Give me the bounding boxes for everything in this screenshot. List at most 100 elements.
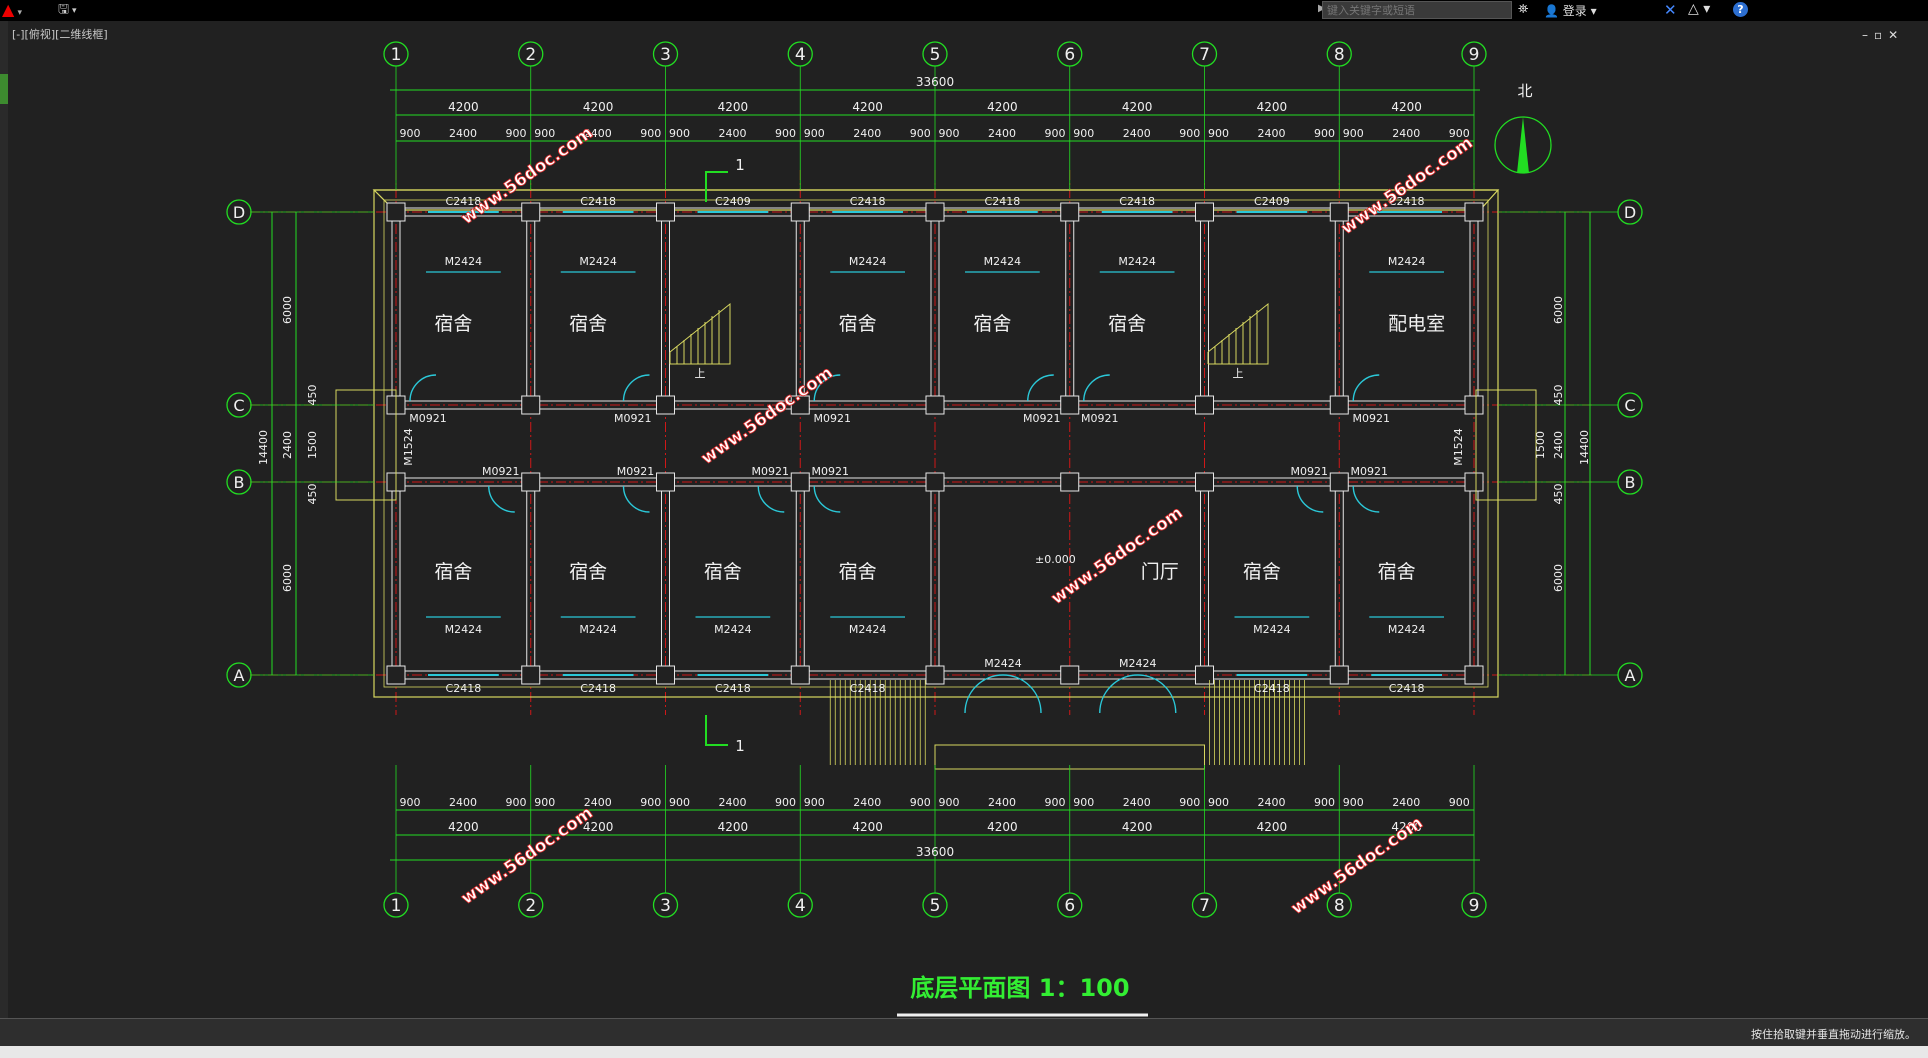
window-label: C2418 [1389, 682, 1425, 695]
section-mark-label: 1 [735, 156, 745, 174]
dimension-text: 2400 [1392, 796, 1420, 809]
status-hint: 按住拾取键并垂直拖动进行缩放。 [1751, 1028, 1916, 1041]
door-swing [622, 374, 650, 402]
axis-bubble-label: 8 [1334, 896, 1345, 916]
door-label: M2424 [984, 255, 1022, 268]
dimension-text: 450 [1552, 385, 1565, 406]
floor-plan-drawing[interactable]: 1 1 2 2 3 3 4 4 5 5 6 6 7 7 8 8 9 9 D D C C B B A A 33600 33600 4200… [0, 0, 1928, 1018]
dimension-text: 900 [1045, 127, 1066, 140]
axis-bubble-label: 9 [1469, 45, 1480, 65]
column [656, 472, 675, 492]
column [1060, 472, 1080, 492]
status-bar: 按住拾取键并垂直拖动进行缩放。 [0, 1018, 1928, 1047]
dimension-text: 2400 [449, 127, 477, 140]
window-label: C2418 [850, 195, 886, 208]
door-swing [409, 374, 437, 402]
axis-bubble-label: C [1624, 396, 1635, 415]
stair-label: 上 [695, 367, 706, 380]
column [1195, 395, 1214, 415]
axis-bubble-label: C [233, 396, 244, 415]
dimension-text: 2400 [1392, 127, 1420, 140]
axis-bubble-label: 2 [525, 896, 536, 916]
dimension-text: 900 [534, 796, 555, 809]
dimension-text: 450 [306, 484, 319, 505]
window-label: C2418 [446, 682, 482, 695]
dimension-text: 2400 [988, 796, 1016, 809]
stair-outline [669, 302, 731, 365]
dimension-text: 900 [1208, 127, 1229, 140]
dimension-text: 900 [640, 127, 661, 140]
entrance-door [1099, 674, 1177, 714]
door-swing [813, 485, 841, 513]
axis-bubble-label: 3 [660, 45, 671, 65]
column [1329, 665, 1349, 685]
dimension-text: 900 [775, 127, 796, 140]
axis-bubble-label: B [234, 473, 245, 492]
door-label: M0921 [1023, 412, 1061, 425]
section-mark [705, 715, 728, 746]
room-label: 配电室 [1388, 313, 1445, 335]
north-label: 北 [1517, 82, 1532, 100]
column [1464, 472, 1484, 492]
column [656, 202, 675, 222]
axis-bubble-label: 7 [1199, 896, 1210, 916]
taskbar-edge [0, 1046, 1928, 1058]
axis-bubble-label: 7 [1199, 45, 1210, 65]
room-label: 宿舍 [569, 561, 607, 583]
dimension-text: 2400 [1123, 796, 1151, 809]
door-label: M2424 [1388, 623, 1426, 636]
door-label: M2424 [445, 623, 483, 636]
dimension-text: 6000 [1552, 296, 1565, 324]
dimension-text: 6000 [281, 564, 294, 592]
dimension-text: 4200 [718, 820, 749, 834]
column [1329, 472, 1349, 492]
dimension-text: 4200 [987, 100, 1018, 114]
dimension-text: 900 [1208, 796, 1229, 809]
axis-bubble-label: D [1624, 203, 1636, 222]
entrance-ramps [829, 680, 1305, 765]
dimension-text: 900 [506, 796, 527, 809]
axis-bubble-label: 4 [795, 45, 806, 65]
dimension-text: 4200 [1391, 100, 1422, 114]
door-swing [488, 485, 515, 513]
dimension-text: 4200 [1122, 100, 1153, 114]
door-swing [622, 485, 650, 513]
column [386, 202, 406, 222]
column [521, 665, 541, 685]
dimension-text: 2400 [1258, 796, 1286, 809]
dimension-text: 14400 [257, 430, 270, 465]
axis-bubble-label: 5 [930, 896, 941, 916]
door-swing [1027, 374, 1054, 402]
walls [335, 189, 1537, 770]
column [656, 665, 675, 685]
eave-outline-inner [383, 199, 1489, 688]
column [1464, 202, 1484, 222]
column [925, 395, 945, 415]
door-label: M0921 [1291, 465, 1329, 478]
dimension-text: 900 [1314, 127, 1335, 140]
dimension-text: 2400 [1552, 431, 1565, 459]
door-label: M0921 [814, 412, 852, 425]
door-swing [1352, 485, 1380, 513]
dimension-text: 900 [640, 796, 661, 809]
dimension-text: 4200 [1122, 820, 1153, 834]
door-label: M0921 [812, 465, 850, 478]
door-label: M2424 [1388, 255, 1426, 268]
door-label: M1524 [402, 428, 415, 466]
dimension-text: 900 [1179, 127, 1200, 140]
window-label: C2418 [715, 682, 751, 695]
room-label: 宿舍 [1243, 561, 1281, 583]
column [1329, 395, 1349, 415]
dimension-text: 4200 [1257, 820, 1288, 834]
door-swing [757, 485, 785, 513]
room-label: 门厅 [1141, 561, 1179, 583]
axis-bubble-label: 1 [391, 896, 402, 916]
dimension-text: 33600 [916, 75, 954, 89]
dimension-text: 900 [1073, 796, 1094, 809]
column [1195, 202, 1214, 222]
window-label: C2418 [580, 682, 616, 695]
dimension-text: 4200 [583, 100, 614, 114]
column [1060, 665, 1080, 685]
stair-label: 上 [1233, 367, 1244, 380]
door-label: M0921 [1353, 412, 1391, 425]
